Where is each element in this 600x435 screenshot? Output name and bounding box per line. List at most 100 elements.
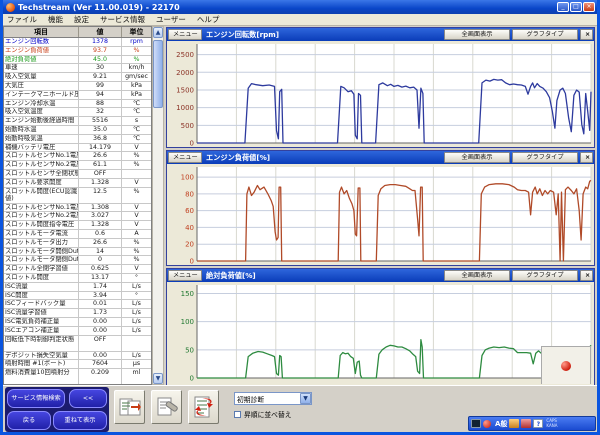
table-row[interactable]: スロットル全閉学習値0.625V xyxy=(4,265,151,274)
table-row[interactable]: 始動時吸気温36.8℃ xyxy=(4,135,151,144)
table-row[interactable]: スロットル開度(ECU認識値)12.5% xyxy=(4,188,151,204)
menu-help[interactable]: ヘルプ xyxy=(197,14,220,25)
table-row[interactable]: スロットルセンサ全閉状態OFF xyxy=(4,170,151,179)
table-row[interactable]: インテークマニホールド圧94kPa xyxy=(4,91,151,100)
chevron-down-icon[interactable]: ▼ xyxy=(300,393,311,404)
param-unit: % xyxy=(122,161,151,169)
data-list-record-button[interactable] xyxy=(151,390,182,424)
table-row[interactable]: 吸入空気量9.21gm/sec xyxy=(4,73,151,82)
fullscreen-button[interactable]: 全画面表示 xyxy=(444,270,510,281)
table-row[interactable]: スロットルセンサNo.1電圧比26.6% xyxy=(4,152,151,161)
data-list-transfer-button[interactable] xyxy=(188,390,219,424)
graph-type-button[interactable]: グラフタイプ xyxy=(512,152,578,163)
param-value: 0.00 xyxy=(79,318,122,326)
data-list-compare-button[interactable] xyxy=(114,390,145,424)
diagnosis-preset-dropdown[interactable]: 初期診断 ▼ xyxy=(234,392,312,405)
service-info-search-button[interactable]: サービス情報検索 xyxy=(7,389,65,408)
param-value: 94 xyxy=(79,91,122,99)
table-row[interactable]: スロットルセンサNo.2電圧3.027V xyxy=(4,212,151,221)
chart-menu-button[interactable]: メニュー xyxy=(168,270,202,281)
chart-menu-button[interactable]: メニュー xyxy=(168,29,202,40)
graph-type-button[interactable]: グラフタイプ xyxy=(512,29,578,40)
param-label: 始動時吸気温 xyxy=(4,135,79,143)
menu-user[interactable]: ユーザー xyxy=(156,14,186,25)
svg-text:0: 0 xyxy=(190,258,194,266)
table-row[interactable]: スロットルモータ出力26.6% xyxy=(4,239,151,248)
table-row[interactable]: 車速30km/h xyxy=(4,64,151,73)
sort-ascending-checkbox[interactable] xyxy=(234,411,241,418)
table-row[interactable]: 始動時水温35.0℃ xyxy=(4,126,151,135)
menu-function[interactable]: 機能 xyxy=(48,14,63,25)
table-row[interactable]: スロットル要求開度1.328V xyxy=(4,179,151,188)
menu-file[interactable]: ファイル xyxy=(7,14,37,25)
table-row[interactable]: スロットルモータ開側Duty比14% xyxy=(4,248,151,257)
svg-text:2500: 2500 xyxy=(176,51,194,59)
fullscreen-button[interactable]: 全画面表示 xyxy=(444,29,510,40)
table-row[interactable]: 吸入空気温度32℃ xyxy=(4,108,151,117)
overlay-display-button[interactable]: 重ねて表示 xyxy=(53,411,107,430)
scroll-down-arrow-icon[interactable]: ▼ xyxy=(153,373,163,384)
back-page-button[interactable]: << xyxy=(69,389,107,408)
table-row[interactable]: ISC流量学習値1.73L/s xyxy=(4,309,151,318)
ime-help-icon[interactable]: ? xyxy=(533,419,543,428)
svg-text:40: 40 xyxy=(185,224,194,232)
dropdown-selected-value: 初期診断 xyxy=(235,394,300,404)
scrollbar-track[interactable] xyxy=(153,108,163,373)
menu-service-info[interactable]: サービス情報 xyxy=(100,14,145,25)
svg-text:100: 100 xyxy=(181,174,194,182)
table-row[interactable]: ISCフィードバック量0.01L/s xyxy=(4,300,151,309)
table-row[interactable]: ISC流量1.74L/s xyxy=(4,283,151,292)
minimize-button[interactable]: _ xyxy=(557,2,569,12)
chart-close-button[interactable]: × xyxy=(580,29,593,40)
table-row[interactable]: ISC電気負荷補正量0.00L/s xyxy=(4,318,151,327)
close-button[interactable]: × xyxy=(583,2,595,12)
param-unit: s xyxy=(122,117,151,125)
title-bar: Techstream (Ver 11.00.019) - 22170 _ □ × xyxy=(3,0,597,14)
scrollbar-thumb[interactable] xyxy=(153,40,163,108)
table-row[interactable]: スロットル開度13.17° xyxy=(4,274,151,283)
table-row[interactable]: エンジン冷却水温88℃ xyxy=(4,100,151,109)
graph-type-button[interactable]: グラフタイプ xyxy=(512,270,578,281)
table-row[interactable]: デポジット損失空気量0.00L/s xyxy=(4,352,151,361)
table-row[interactable]: ISC開度3.94° xyxy=(4,292,151,301)
table-row[interactable]: スロットルモータ電流0.6A xyxy=(4,230,151,239)
param-label: スロットル開度 xyxy=(4,274,79,282)
table-row[interactable]: 補機バッテリ電圧14.179V xyxy=(4,144,151,153)
param-label: スロットルモータ出力 xyxy=(4,239,79,247)
table-row[interactable]: エンジン始動後経過時間5516s xyxy=(4,117,151,126)
table-row[interactable]: スロットルセンサNo.2電圧比61.1% xyxy=(4,161,151,170)
chart-close-button[interactable]: × xyxy=(580,152,593,163)
table-row[interactable]: 噴射時間 #1(ポート)7604μs xyxy=(4,360,151,369)
param-label: 吸入空気量 xyxy=(4,73,79,81)
fullscreen-button[interactable]: 全画面表示 xyxy=(444,152,510,163)
return-button[interactable]: 戻る xyxy=(7,411,51,430)
table-row[interactable]: 回転低下時制御判定状態OFF xyxy=(4,336,151,352)
table-row[interactable]: 絶対負荷値45.0% xyxy=(4,56,151,65)
table-row[interactable]: スロットルモータ閉側Duty比0% xyxy=(4,256,151,265)
ime-red-ball-icon[interactable] xyxy=(483,420,491,428)
ime-pad-icon[interactable] xyxy=(521,419,531,428)
chart-close-button[interactable]: × xyxy=(580,270,593,281)
table-row[interactable]: ISCエアコン補正量0.00L/s xyxy=(4,327,151,336)
table-row[interactable]: スロットル開度指令電圧1.328V xyxy=(4,221,151,230)
scroll-up-arrow-icon[interactable]: ▲ xyxy=(153,27,163,38)
table-row[interactable]: スロットルセンサNo.1電圧1.308V xyxy=(4,204,151,213)
table-row[interactable]: エンジン回転数1378rpm xyxy=(4,38,151,47)
param-value: 7604 xyxy=(79,360,122,368)
table-row[interactable]: 大気圧99kPa xyxy=(4,82,151,91)
chart-header: メニュー エンジン回転数[rpm] 全画面表示 グラフタイプ × xyxy=(167,28,594,41)
maximize-button[interactable]: □ xyxy=(570,2,582,12)
ime-input-mode[interactable]: A般 xyxy=(495,419,507,429)
table-row[interactable]: エンジン負荷値93.7% xyxy=(4,47,151,56)
param-value: 1.328 xyxy=(79,221,122,229)
chart-header: メニュー 絶対負荷値[%] 全画面表示 グラフタイプ × xyxy=(167,269,594,282)
ime-tools-icon[interactable] xyxy=(509,419,519,428)
param-value: 1.73 xyxy=(79,309,122,317)
param-value: 1378 xyxy=(79,38,122,46)
chart-menu-button[interactable]: メニュー xyxy=(168,152,202,163)
menu-settings[interactable]: 設定 xyxy=(74,14,89,25)
table-scrollbar[interactable]: ▲ ▼ xyxy=(152,26,164,385)
keyboard-icon[interactable] xyxy=(471,419,481,428)
table-row[interactable]: 燃料消費量10回噴射分0.209ml xyxy=(4,369,151,385)
document-compare-icon xyxy=(118,395,142,419)
